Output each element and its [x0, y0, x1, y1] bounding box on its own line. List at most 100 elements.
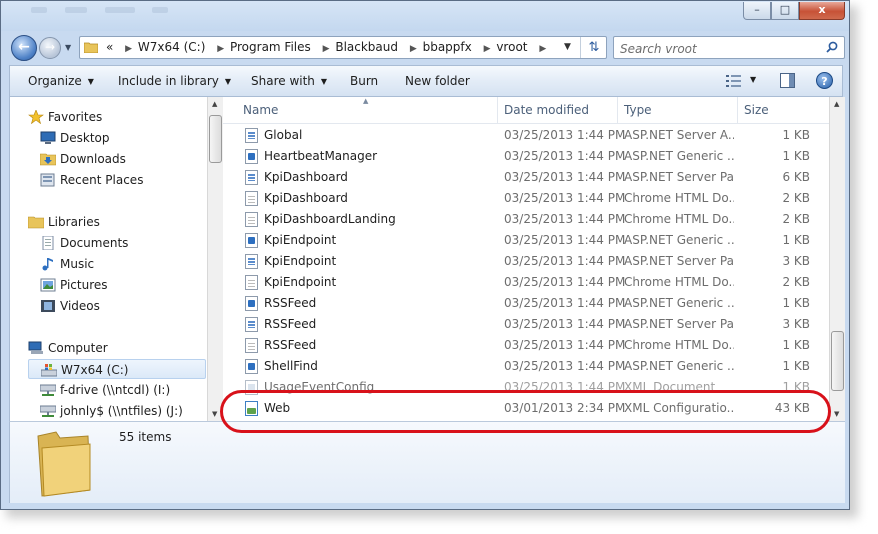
command-bar: Organize ▼ Include in library ▼ Share with…	[9, 65, 843, 97]
burn-button[interactable]: Burn	[350, 74, 378, 88]
back-button[interactable]: ←	[11, 35, 37, 61]
file-type: Chrome HTML Do...	[624, 191, 734, 205]
chevron-right-icon[interactable]: ▶	[410, 44, 417, 54]
refresh-button[interactable]: ⇅	[580, 37, 607, 58]
file-size: 2 KB	[782, 191, 810, 205]
file-row[interactable]: KpiDashboard 03/25/2013 1:44 PM Chrome HTM…	[223, 188, 829, 209]
preview-pane-icon[interactable]	[780, 73, 795, 88]
nav-group-favorites[interactable]: Favorites	[28, 107, 198, 127]
scrollbar-thumb[interactable]	[831, 331, 844, 391]
file-name: HeartbeatManager	[264, 149, 378, 163]
help-icon[interactable]: ?	[816, 72, 833, 89]
file-row[interactable]: KpiEndpoint 03/25/2013 1:44 PM ASP.NET Ser…	[223, 251, 829, 272]
chevron-down-icon[interactable]: ▼	[750, 75, 756, 84]
column-header-size[interactable]: Size	[744, 103, 769, 117]
chevron-right-icon[interactable]: ▶	[217, 44, 224, 54]
include-in-library-button[interactable]: Include in library ▼	[118, 74, 231, 88]
sidebar-item-j-drive[interactable]: johnly$ (\\ntfiles) (J:)	[40, 401, 205, 421]
column-divider[interactable]	[497, 97, 498, 123]
file-row[interactable]: KpiDashboard 03/25/2013 1:44 PM ASP.NET Se…	[223, 167, 829, 188]
column-header-row: ▲ Name Date modified Type Size	[223, 97, 829, 124]
breadcrumb-item[interactable]: Blackbaud	[335, 40, 398, 54]
address-dropdown-icon[interactable]: ▼	[564, 42, 571, 52]
file-row[interactable]: RSSFeed 03/25/2013 1:44 PM ASP.NET Server …	[223, 314, 829, 335]
aspx-file-icon	[245, 170, 258, 185]
file-type: ASP.NET Generic ...	[624, 149, 734, 163]
file-name: KpiEndpoint	[264, 275, 337, 289]
sidebar-item-music[interactable]: Music	[40, 254, 200, 274]
file-list: ▲ Name Date modified Type Size Global 03/…	[223, 97, 829, 421]
file-row[interactable]: ShellFind 03/25/2013 1:44 PM ASP.NET Gener…	[223, 356, 829, 377]
file-date: 03/25/2013 1:44 PM	[504, 128, 626, 142]
breadcrumb-item[interactable]: Program Files	[230, 40, 311, 54]
file-name: ShellFind	[264, 359, 318, 373]
organize-label: Organize	[28, 74, 82, 88]
column-header-type[interactable]: Type	[624, 103, 652, 117]
forward-button[interactable]: →	[39, 37, 61, 59]
sidebar-item-recent-places[interactable]: Recent Places	[40, 170, 200, 190]
view-options-icon[interactable]	[726, 74, 742, 88]
sidebar-item-pictures[interactable]: Pictures	[40, 275, 200, 295]
share-with-button[interactable]: Share with ▼	[251, 74, 327, 88]
star-icon	[28, 110, 44, 124]
nav-group-computer[interactable]: Computer	[28, 338, 198, 358]
scroll-up-icon[interactable]: ▲	[834, 100, 839, 108]
scroll-up-icon[interactable]: ▲	[212, 100, 217, 108]
ghost-menu-item	[64, 7, 87, 13]
close-button[interactable]: x	[799, 2, 845, 20]
ghost-menu-item	[31, 7, 47, 13]
nav-libraries-label: Libraries	[48, 215, 100, 229]
breadcrumb-item[interactable]: bbappfx	[423, 40, 472, 54]
file-row[interactable]: HeartbeatManager 03/25/2013 1:44 PM ASP.NE…	[223, 146, 829, 167]
downloads-folder-icon	[40, 153, 56, 166]
file-row[interactable]: KpiDashboardLanding 03/25/2013 1:44 PM Chr…	[223, 209, 829, 230]
maximize-button[interactable]: □	[771, 2, 799, 20]
breadcrumb-item[interactable]: vroot	[496, 40, 527, 54]
sidebar-item-label: Videos	[60, 299, 100, 313]
search-box[interactable]	[613, 36, 845, 59]
sidebar-item-w7x64-drive[interactable]: W7x64 (C:)	[28, 359, 206, 379]
chevron-right-icon[interactable]: ▶	[125, 44, 132, 54]
chevron-right-icon[interactable]: ▶	[539, 44, 546, 54]
sidebar-item-videos[interactable]: Videos	[40, 296, 200, 316]
file-name: RSSFeed	[264, 317, 317, 331]
file-row[interactable]: KpiEndpoint 03/25/2013 1:44 PM Chrome HTML…	[223, 272, 829, 293]
chevron-right-icon[interactable]: ▶	[484, 44, 491, 54]
file-size: 1 KB	[782, 338, 810, 352]
chevron-right-icon[interactable]: ▶	[323, 44, 330, 54]
recent-pages-dropdown[interactable]: ▼	[65, 43, 71, 52]
back-arrow-icon: ←	[18, 39, 30, 55]
sidebar-item-downloads[interactable]: Downloads	[40, 149, 200, 169]
column-divider[interactable]	[617, 97, 618, 123]
minimize-button[interactable]: –	[743, 2, 771, 20]
organize-button[interactable]: Organize ▼	[28, 74, 94, 88]
column-divider[interactable]	[737, 97, 738, 123]
sidebar-item-documents[interactable]: Documents	[40, 233, 200, 253]
html-file-icon	[245, 338, 258, 353]
sidebar-item-desktop[interactable]: Desktop	[40, 128, 200, 148]
file-list-scrollbar[interactable]: ▲ ▼	[829, 97, 845, 421]
sidebar-item-label: Music	[60, 257, 95, 271]
breadcrumb-item[interactable]: W7x64 (C:)	[138, 40, 205, 54]
scroll-down-icon[interactable]: ▼	[834, 410, 839, 418]
sidebar-item-f-drive[interactable]: f-drive (\\ntcdl) (I:)	[40, 380, 205, 400]
navigation-scrollbar[interactable]: ▲ ▼	[207, 97, 223, 421]
breadcrumb-overflow[interactable]: «	[106, 40, 113, 54]
column-header-date[interactable]: Date modified	[504, 103, 589, 117]
sidebar-item-label: Documents	[60, 236, 129, 250]
file-row[interactable]: Global 03/25/2013 1:44 PM ASP.NET Server A…	[223, 125, 829, 146]
new-folder-button[interactable]: New folder	[405, 74, 470, 88]
ghost-menu-item	[152, 7, 169, 13]
scroll-down-icon[interactable]: ▼	[212, 410, 217, 418]
file-row[interactable]: KpiEndpoint 03/25/2013 1:44 PM ASP.NET Gen…	[223, 230, 829, 251]
address-bar[interactable]: « ▶ W7x64 (C:) ▶ Program Files ▶ Blackba…	[79, 36, 607, 59]
file-row[interactable]: RSSFeed 03/25/2013 1:44 PM ASP.NET Generic…	[223, 293, 829, 314]
file-name: KpiDashboardLanding	[264, 212, 396, 226]
search-input[interactable]	[618, 39, 822, 58]
scrollbar-thumb[interactable]	[209, 115, 222, 163]
search-icon[interactable]	[826, 41, 838, 53]
column-header-name[interactable]: Name	[243, 103, 278, 117]
nav-group-libraries[interactable]: Libraries	[28, 212, 198, 232]
file-row[interactable]: RSSFeed 03/25/2013 1:44 PM Chrome HTML Do.…	[223, 335, 829, 356]
title-bar[interactable]: – □ x	[1, 1, 849, 31]
